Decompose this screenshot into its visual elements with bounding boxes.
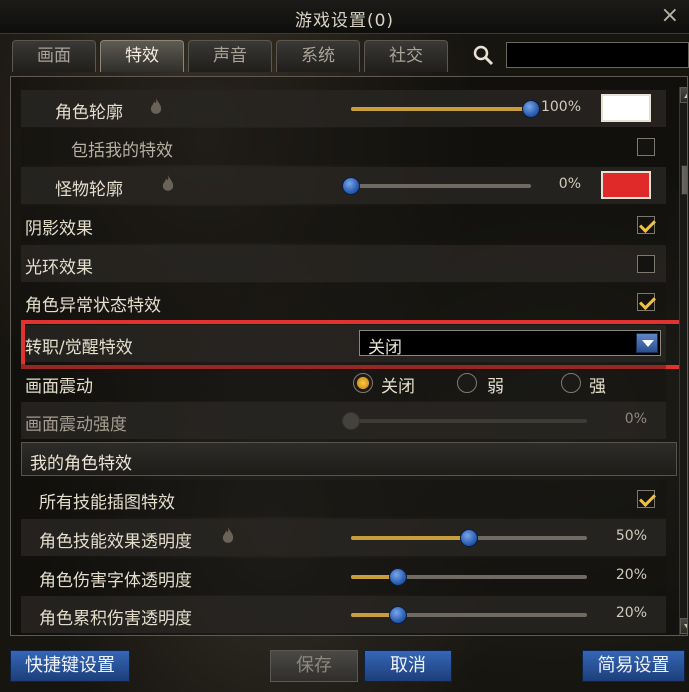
tab-social[interactable]: 社交 (364, 40, 448, 72)
close-icon[interactable]: × (661, 3, 679, 28)
awakening-effect-selected: 关闭 (368, 338, 402, 358)
settings-panel: 角色轮廓 100% 包括我的特效 怪物轮廓 0% 阴影效果 光环效果 角色异常状… (10, 76, 688, 636)
awakening-effect-dropdown[interactable]: 关闭 (359, 330, 661, 358)
all-skill-cutin-checkbox[interactable] (637, 490, 655, 508)
screen-shake-strength-value: 0% (624, 411, 647, 427)
screen-shake-option-strong: 强 (589, 377, 606, 397)
screen-shake-strength-slider[interactable] (342, 412, 587, 430)
skill-effect-transparency-row: 角色技能效果透明度 50% (21, 519, 666, 556)
scrollbar[interactable] (679, 87, 687, 635)
abnormal-status-effect-row: 角色异常状态特效 (21, 283, 666, 320)
monster-outline-row: 怪物轮廓 0% (21, 167, 666, 204)
fire-icon (162, 175, 174, 191)
slider-fill (351, 107, 531, 111)
window-title: 游戏设置(0) (294, 11, 395, 31)
cumulative-damage-transparency-value: 20% (615, 605, 647, 621)
screen-shake-label: 画面震动 (25, 377, 93, 397)
include-my-effects-checkbox[interactable] (637, 138, 655, 156)
all-skill-cutin-label: 所有技能插图特效 (39, 493, 175, 513)
search-icon[interactable] (472, 44, 494, 66)
abnormal-status-effect-label: 角色异常状态特效 (25, 296, 161, 316)
include-my-effects-row: 包括我的特效 (21, 128, 666, 165)
tab-graphics[interactable]: 画面 (12, 40, 96, 72)
slider-knob[interactable] (389, 568, 408, 586)
character-outline-color[interactable] (601, 94, 651, 122)
cumulative-damage-transparency-label: 角色累积伤害透明度 (39, 609, 192, 629)
slider-knob[interactable] (342, 177, 360, 195)
damage-font-transparency-slider[interactable] (351, 568, 587, 586)
monster-outline-slider[interactable] (342, 177, 531, 195)
damage-font-transparency-label: 角色伤害字体透明度 (39, 571, 192, 591)
abnormal-status-effect-checkbox[interactable] (637, 293, 655, 311)
monster-outline-color[interactable] (601, 171, 651, 199)
simple-settings-button[interactable]: 简易设置 (582, 650, 685, 682)
tab-effects[interactable]: 特效 (100, 40, 184, 72)
slider-fill (351, 536, 469, 540)
slider-knob[interactable] (389, 606, 408, 624)
character-outline-row: 角色轮廓 100% (21, 90, 666, 127)
skill-effect-transparency-slider[interactable] (351, 529, 587, 547)
scroll-up-icon[interactable] (680, 87, 687, 103)
include-my-effects-label: 包括我的特效 (71, 141, 173, 161)
save-button[interactable]: 保存 (270, 650, 358, 682)
halo-effect-row: 光环效果 (21, 245, 666, 282)
slider-knob[interactable] (460, 529, 478, 547)
cumulative-damage-transparency-row: 角色累积伤害透明度 20% (21, 596, 666, 633)
character-outline-slider[interactable] (351, 100, 540, 118)
scroll-thumb[interactable] (681, 165, 687, 195)
screen-shake-radio-weak[interactable] (457, 373, 477, 393)
screen-shake-option-weak: 弱 (487, 377, 504, 397)
cumulative-damage-transparency-slider[interactable] (351, 606, 587, 624)
slider-knob[interactable] (342, 412, 360, 430)
screen-shake-radio-off[interactable] (353, 373, 373, 393)
skill-effect-transparency-value: 50% (615, 528, 647, 544)
character-outline-value: 100% (540, 99, 581, 115)
awakening-effect-label: 转职/觉醒特效 (25, 338, 133, 358)
character-outline-label: 角色轮廓 (55, 103, 123, 123)
awakening-effect-row: 转职/觉醒特效 关闭 (21, 325, 666, 362)
screen-shake-strength-label: 画面震动强度 (25, 415, 127, 435)
tab-system[interactable]: 系统 (276, 40, 360, 72)
monster-outline-label: 怪物轮廓 (55, 180, 123, 200)
halo-effect-label: 光环效果 (25, 258, 93, 278)
monster-outline-value: 0% (558, 176, 581, 192)
fire-icon (222, 527, 234, 543)
tab-sound[interactable]: 声音 (188, 40, 272, 72)
shadow-effect-checkbox[interactable] (637, 216, 655, 234)
screen-shake-row: 画面震动 关闭 弱 强 (21, 364, 666, 401)
all-skill-cutin-row: 所有技能插图特效 (21, 480, 666, 517)
fire-icon (150, 98, 162, 114)
damage-font-transparency-row: 角色伤害字体透明度 20% (21, 558, 666, 595)
cancel-button[interactable]: 取消 (364, 650, 452, 682)
shadow-effect-label: 阴影效果 (25, 219, 93, 239)
tab-bar: 画面 特效 声音 系统 社交 (12, 40, 448, 72)
halo-effect-checkbox[interactable] (637, 255, 655, 273)
damage-font-transparency-value: 20% (615, 567, 647, 583)
title-bar: 游戏设置(0) × (0, 0, 689, 34)
search-input[interactable] (506, 42, 689, 68)
shadow-effect-row: 阴影效果 (21, 206, 666, 243)
screen-shake-radio-strong[interactable] (561, 373, 581, 393)
shortcut-settings-button[interactable]: 快捷键设置 (10, 650, 130, 682)
my-character-section-header: 我的角色特效 (21, 442, 677, 476)
scroll-down-icon[interactable] (680, 618, 687, 634)
skill-effect-transparency-label: 角色技能效果透明度 (39, 532, 192, 552)
screen-shake-strength-row: 画面震动强度 0% (21, 402, 666, 439)
chevron-down-icon[interactable] (636, 333, 658, 353)
screen-shake-option-off: 关闭 (381, 377, 415, 397)
